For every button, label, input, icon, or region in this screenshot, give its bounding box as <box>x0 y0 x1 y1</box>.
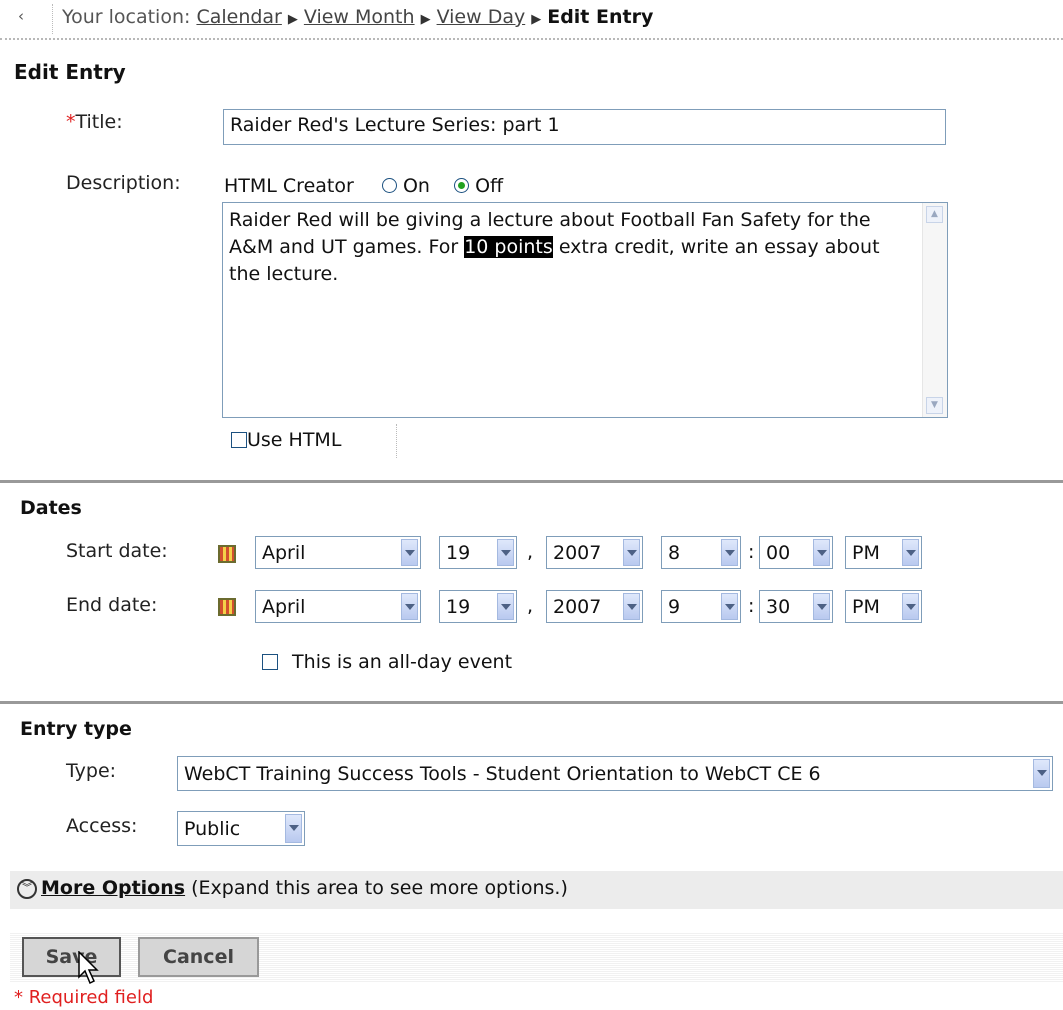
breadcrumb-arrow-icon: ▶ <box>287 12 298 27</box>
chevron-down-icon <box>721 539 738 566</box>
expand-icon[interactable]: ︾ <box>17 879 37 899</box>
divider <box>396 424 397 458</box>
required-field-note: * Required field <box>14 987 154 1008</box>
end-ampm-select[interactable]: PM <box>845 590 922 623</box>
html-creator-on-label: On <box>402 175 430 197</box>
description-textarea[interactable]: Raider Red will be giving a lecture abou… <box>222 202 948 418</box>
chevron-down-icon <box>623 593 640 620</box>
start-date-label: Start date: <box>66 540 168 562</box>
end-month-select[interactable]: April <box>255 590 421 623</box>
breadcrumb-calendar-link[interactable]: Calendar <box>196 6 281 28</box>
breadcrumb-view-day-link[interactable]: View Day <box>437 6 526 28</box>
end-hour-select[interactable]: 9 <box>661 590 741 623</box>
mouse-cursor-icon <box>78 951 99 985</box>
use-html-row: Use HTML <box>231 429 341 451</box>
end-day-select[interactable]: 19 <box>439 590 517 623</box>
more-options-link[interactable]: More Options <box>41 877 185 899</box>
end-minute-select[interactable]: 30 <box>759 590 833 623</box>
start-year-select[interactable]: 2007 <box>546 536 643 569</box>
all-day-label: This is an all-day event <box>292 651 513 673</box>
breadcrumb-current: Edit Entry <box>547 6 654 28</box>
more-options-text: More Options (Expand this area to see mo… <box>41 877 568 899</box>
use-html-checkbox[interactable] <box>231 432 247 448</box>
breadcrumb-view-month-link[interactable]: View Month <box>304 6 415 28</box>
end-date-label: End date: <box>66 594 158 616</box>
type-select[interactable]: WebCT Training Success Tools - Student O… <box>177 756 1053 791</box>
time-colon: : <box>748 541 755 563</box>
html-creator-off-label: Off <box>475 175 504 197</box>
chevron-down-icon <box>497 593 514 620</box>
end-year-select[interactable]: 2007 <box>546 590 643 623</box>
start-minute-select[interactable]: 00 <box>759 536 833 569</box>
required-asterisk: * <box>66 111 76 133</box>
calendar-icon[interactable] <box>218 545 236 563</box>
selected-text-highlight: 10 points <box>464 236 553 258</box>
chevron-down-icon <box>401 593 418 620</box>
breadcrumb-prefix: Your location: <box>62 6 191 28</box>
date-comma: , <box>527 541 534 563</box>
start-hour-select[interactable]: 8 <box>661 536 741 569</box>
chevron-down-icon <box>401 539 418 566</box>
chevron-down-icon <box>813 539 830 566</box>
type-label: Type: <box>66 760 117 782</box>
html-creator-on-radio[interactable] <box>381 178 397 193</box>
section-divider <box>0 701 1063 704</box>
all-day-checkbox[interactable] <box>262 654 278 670</box>
chevron-down-icon <box>902 593 919 620</box>
all-day-row: This is an all-day event <box>262 651 512 673</box>
use-html-label: Use HTML <box>247 429 342 451</box>
start-month-select[interactable]: April <box>255 536 421 569</box>
entry-type-heading: Entry type <box>20 718 132 740</box>
chevron-down-icon <box>1033 759 1050 788</box>
edit-entry-heading: Edit Entry <box>14 60 126 84</box>
time-colon: : <box>748 595 755 617</box>
chevron-down-icon <box>721 593 738 620</box>
breadcrumb-arrow-icon: ▶ <box>420 12 431 27</box>
more-options-bar[interactable]: ︾ More Options (Expand this area to see … <box>10 871 1063 909</box>
cancel-button[interactable]: Cancel <box>138 937 259 977</box>
save-button[interactable]: Save <box>22 937 121 977</box>
breadcrumb-divider <box>52 4 53 34</box>
more-options-hint: (Expand this area to see more options.) <box>191 877 568 899</box>
scroll-up-icon[interactable]: ▲ <box>926 206 943 223</box>
section-divider <box>0 480 1063 483</box>
scroll-down-icon[interactable]: ▼ <box>926 397 943 414</box>
calendar-icon[interactable] <box>218 598 236 616</box>
title-label: *Title: <box>66 111 123 133</box>
html-creator-row: HTML Creator On Off <box>224 175 503 197</box>
breadcrumb: Your location: Calendar ▶ View Month ▶ View … <box>62 6 653 28</box>
html-creator-label: HTML Creator <box>224 175 354 197</box>
date-comma: , <box>527 595 534 617</box>
chevron-down-icon <box>285 814 302 843</box>
breadcrumb-arrow-icon: ▶ <box>531 12 542 27</box>
back-arrow-icon[interactable]: ‹ <box>18 7 24 25</box>
access-select[interactable]: Public <box>177 811 305 846</box>
html-creator-off-radio[interactable] <box>454 178 470 193</box>
chevron-down-icon <box>902 539 919 566</box>
start-day-select[interactable]: 19 <box>439 536 517 569</box>
chevron-down-icon <box>623 539 640 566</box>
dates-heading: Dates <box>20 497 82 519</box>
textarea-scrollbar[interactable]: ▲ ▼ <box>922 203 947 417</box>
title-input[interactable]: Raider Red's Lecture Series: part 1 <box>223 109 946 145</box>
chevron-down-icon <box>497 539 514 566</box>
description-label: Description: <box>66 172 181 194</box>
access-label: Access: <box>66 815 138 837</box>
breadcrumb-bar: ‹ Your location: Calendar ▶ View Month ▶ Vie… <box>0 0 1063 40</box>
start-ampm-select[interactable]: PM <box>845 536 922 569</box>
chevron-down-icon <box>813 593 830 620</box>
